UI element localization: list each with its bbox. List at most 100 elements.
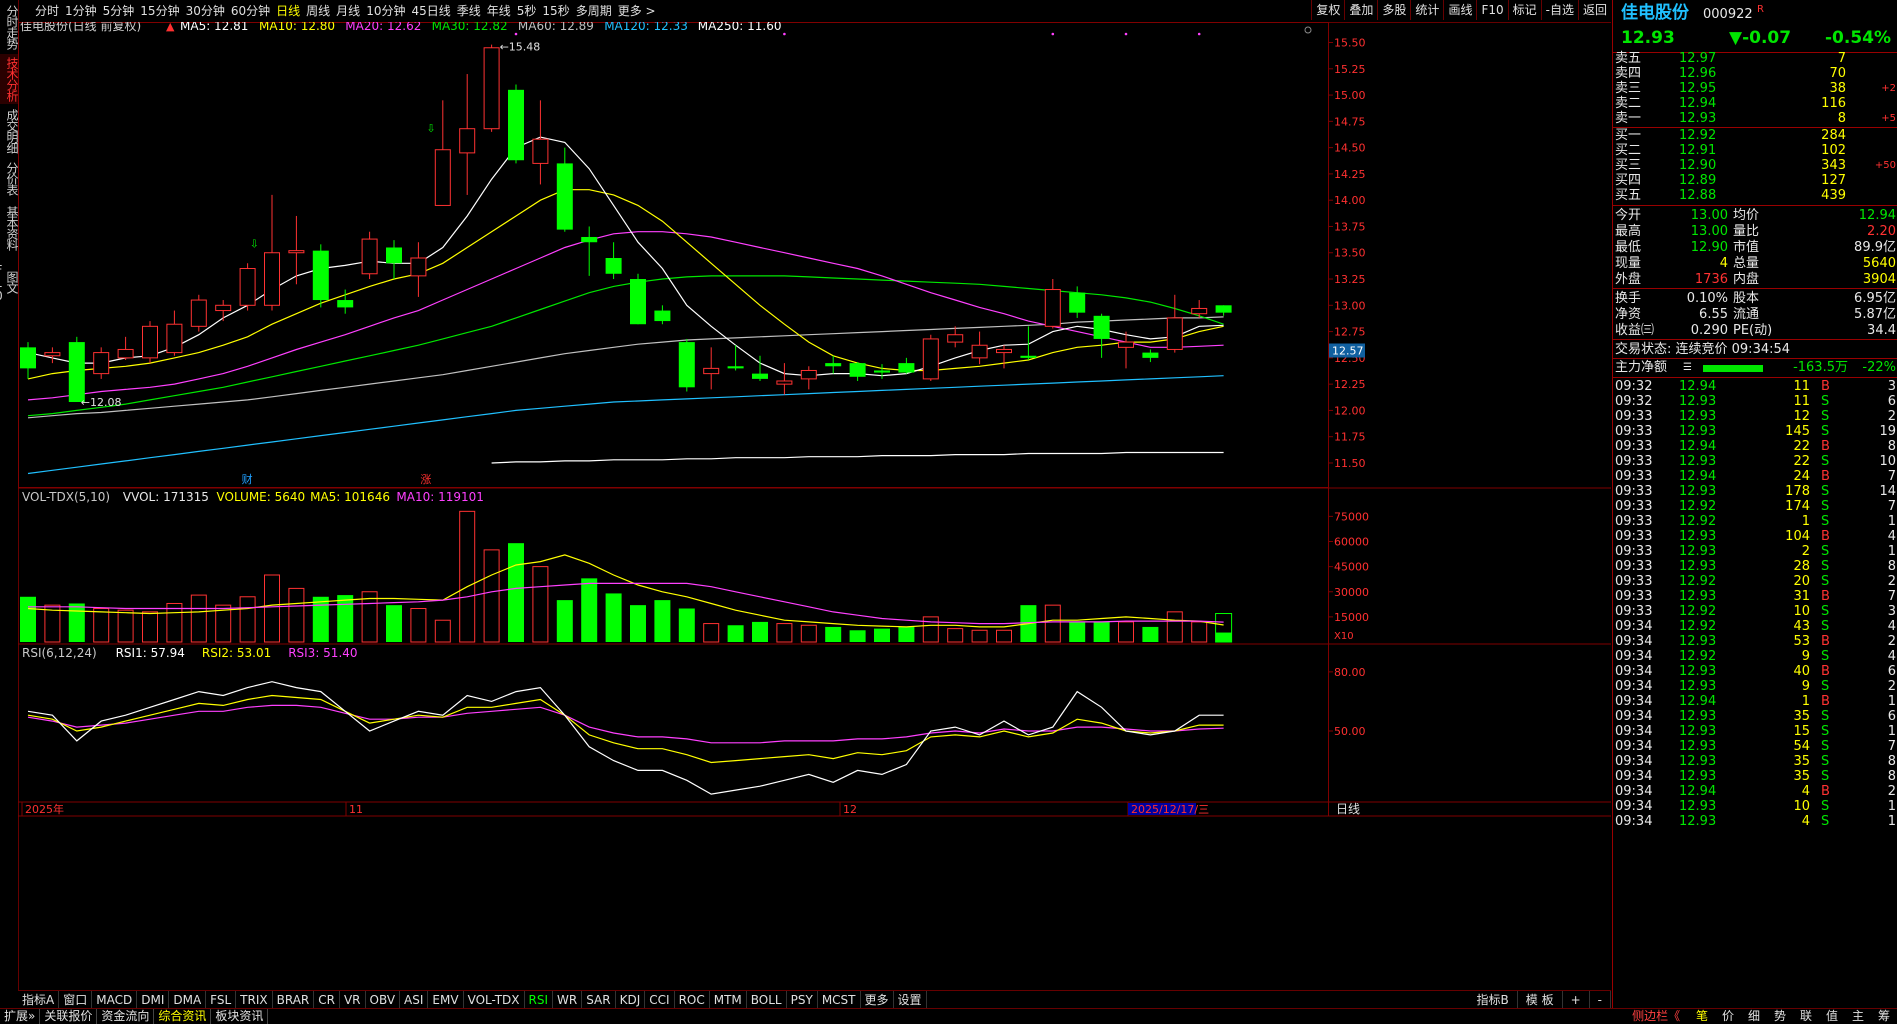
tick-volume: 9 bbox=[1801, 649, 1810, 664]
period-tab-5[interactable]: 60分钟 bbox=[228, 0, 273, 22]
kline-chart-svg[interactable]: 佳电股份(日线 前复权) ▲ MA5: 12.81 MA10: 12.80 MA20: … bbox=[18, 18, 1611, 990]
bids-row[interactable]: 买五 12.88 439 bbox=[1613, 187, 1897, 205]
left-tab-4[interactable]: 基本资料 bbox=[0, 200, 19, 255]
period-tabs: 分时 1分钟 5分钟 15分钟 30分钟 60分钟 日线 周线 月线 10分钟 45日线 季线 年线 5秒… bbox=[32, 0, 659, 22]
asks-row[interactable]: 卖一 12.93 8 +5 bbox=[1613, 110, 1897, 128]
chart-area[interactable]: 佳电股份(日线 前复权) ▲ MA5: 12.81 MA10: 12.80 MA20: … bbox=[18, 18, 1611, 990]
indicator-tab-12[interactable]: EMV bbox=[428, 991, 464, 1009]
tool-button-3[interactable]: 统计 bbox=[1410, 0, 1443, 20]
indicator-tab-1[interactable]: 窗口 bbox=[59, 991, 93, 1009]
period-tab-4[interactable]: 30分钟 bbox=[183, 0, 228, 22]
tool-button-1[interactable]: 叠加 bbox=[1344, 0, 1377, 20]
settings-circle-icon[interactable] bbox=[1304, 26, 1312, 34]
period-tab-10[interactable]: 45日线 bbox=[408, 0, 453, 22]
period-tab-3[interactable]: 15分钟 bbox=[137, 0, 182, 22]
period-tab-12[interactable]: 年线 bbox=[484, 0, 514, 22]
period-tab-6[interactable]: 日线 bbox=[273, 0, 303, 22]
period-tab-9[interactable]: 10分钟 bbox=[363, 0, 408, 22]
indicator-tab-19[interactable]: ROC bbox=[675, 991, 710, 1009]
period-tab-2[interactable]: 5分钟 bbox=[100, 0, 138, 22]
indicator-tab-23[interactable]: MCST bbox=[818, 991, 861, 1009]
candle bbox=[874, 364, 890, 379]
period-tab-14[interactable]: 15秒 bbox=[539, 0, 572, 22]
indicator-tab-8[interactable]: CR bbox=[314, 991, 340, 1009]
indicator-tab-15[interactable]: WR bbox=[553, 991, 583, 1009]
volume-bar bbox=[1215, 632, 1232, 642]
event-zhang[interactable]: 涨 bbox=[420, 473, 431, 486]
indicator-tab-6[interactable]: TRIX bbox=[236, 991, 273, 1009]
right-tab-4[interactable]: 联 bbox=[1793, 1009, 1819, 1024]
status-tab-3[interactable]: 综合资讯 bbox=[154, 1009, 212, 1024]
indicator-tab-11[interactable]: ASI bbox=[400, 991, 429, 1009]
indicator-tab-25[interactable]: 设置 bbox=[894, 991, 927, 1009]
left-tab-2[interactable]: 成交明细 bbox=[0, 106, 19, 156]
volume-bar bbox=[508, 543, 524, 642]
indicator-tab-18[interactable]: CCI bbox=[645, 991, 675, 1009]
indicator-tab-21[interactable]: BOLL bbox=[747, 991, 787, 1009]
left-tab-5[interactable]: 图文F10 bbox=[0, 257, 19, 307]
period-tab-8[interactable]: 月线 bbox=[333, 0, 363, 22]
indicator-right-0[interactable]: 指标B bbox=[1469, 991, 1518, 1009]
right-tab-7[interactable]: 筹 bbox=[1871, 1009, 1897, 1024]
period-tab-16[interactable]: 更多 > bbox=[615, 0, 659, 22]
status-tab-4[interactable]: 板块资讯 bbox=[211, 1009, 269, 1024]
right-tab-1[interactable]: 价 bbox=[1715, 1009, 1741, 1024]
indicator-tab-5[interactable]: FSL bbox=[206, 991, 237, 1009]
status-tab-2[interactable]: 资金流向 bbox=[97, 1009, 155, 1024]
period-tab-15[interactable]: 多周期 bbox=[573, 0, 615, 22]
indicator-tab-16[interactable]: SAR bbox=[582, 991, 616, 1009]
status-tab-0[interactable]: 扩展» bbox=[0, 1009, 41, 1024]
indicator-tab-17[interactable]: KDJ bbox=[616, 991, 646, 1009]
rsi1-line bbox=[27, 681, 1224, 795]
stat-value: 0.290 bbox=[1690, 323, 1728, 338]
tick-price: 12.93 bbox=[1679, 754, 1717, 769]
indicator-tab-13[interactable]: VOL-TDX bbox=[464, 991, 525, 1009]
right-tab-3[interactable]: 势 bbox=[1767, 1009, 1793, 1024]
left-tab-0[interactable]: 分时走势 bbox=[0, 2, 19, 52]
indicator-tab-10[interactable]: OBV bbox=[366, 991, 401, 1009]
indicator-right-2[interactable]: + bbox=[1563, 991, 1590, 1009]
period-tab-13[interactable]: 5秒 bbox=[514, 0, 540, 22]
sidebar-toggle[interactable]: 侧边栏《 bbox=[1627, 1009, 1685, 1024]
volume-bar bbox=[727, 625, 744, 642]
indicator-tab-4[interactable]: DMA bbox=[169, 991, 207, 1009]
period-tab-11[interactable]: 季线 bbox=[454, 0, 484, 22]
indicator-tab-2[interactable]: MACD bbox=[92, 991, 138, 1009]
right-tab-6[interactable]: 主 bbox=[1845, 1009, 1871, 1024]
status-tab-1[interactable]: 关联报价 bbox=[40, 1009, 98, 1024]
left-tab-1[interactable]: 技术分析 bbox=[0, 54, 19, 104]
indicator-tab-7[interactable]: BRAR bbox=[273, 991, 315, 1009]
left-tab-3[interactable]: 分价表 bbox=[0, 158, 19, 198]
marker-dot bbox=[514, 32, 518, 36]
indicator-tab-24[interactable]: 更多 bbox=[861, 991, 894, 1009]
indicator-tab-20[interactable]: MTM bbox=[710, 991, 747, 1009]
main-legend-item-2: MA20: 12.62 bbox=[345, 22, 421, 33]
period-tab-0[interactable]: 分时 bbox=[32, 0, 62, 22]
indicator-right-3[interactable]: - bbox=[1590, 991, 1611, 1009]
period-tab-1[interactable]: 1分钟 bbox=[62, 0, 100, 22]
indicator-tab-22[interactable]: PSY bbox=[787, 991, 818, 1009]
right-tab-5[interactable]: 值 bbox=[1819, 1009, 1845, 1024]
right-tab-2[interactable]: 细 bbox=[1741, 1009, 1767, 1024]
indicator-right-1[interactable]: 模 板 bbox=[1518, 991, 1563, 1009]
tool-button-7[interactable]: -自选 bbox=[1540, 0, 1578, 20]
tool-button-4[interactable]: 画线 bbox=[1443, 0, 1476, 20]
tick-volume: 20 bbox=[1793, 574, 1810, 589]
indicator-tab-0[interactable]: 指标A bbox=[18, 991, 60, 1009]
indicator-tab-14[interactable]: RSI bbox=[525, 991, 554, 1009]
menu-icon[interactable]: ☰ bbox=[1683, 359, 1692, 377]
main-flow-row[interactable]: 主力净额 ☰ -163.5万 -22% bbox=[1613, 359, 1897, 377]
right-tab-0[interactable]: 笔 bbox=[1689, 1009, 1715, 1024]
time-axis-period[interactable]: 日线 bbox=[1336, 802, 1360, 816]
indicator-tab-3[interactable]: DMI bbox=[137, 991, 170, 1009]
tool-button-6[interactable]: 标记 bbox=[1507, 0, 1541, 20]
indicator-tab-9[interactable]: VR bbox=[340, 991, 366, 1009]
tool-button-8[interactable]: 返回 bbox=[1577, 0, 1611, 20]
tool-button-2[interactable]: 多股 bbox=[1377, 0, 1410, 20]
tool-button-0[interactable]: 复权 bbox=[1311, 0, 1344, 20]
price-line: 12.93 ▼-0.07 -0.54% bbox=[1613, 27, 1897, 49]
period-tab-7[interactable]: 周线 bbox=[303, 0, 333, 22]
event-cai[interactable]: 财 bbox=[242, 472, 253, 486]
price-tick-label: 14.50 bbox=[1334, 142, 1366, 155]
tool-button-5[interactable]: F10 bbox=[1476, 0, 1507, 20]
